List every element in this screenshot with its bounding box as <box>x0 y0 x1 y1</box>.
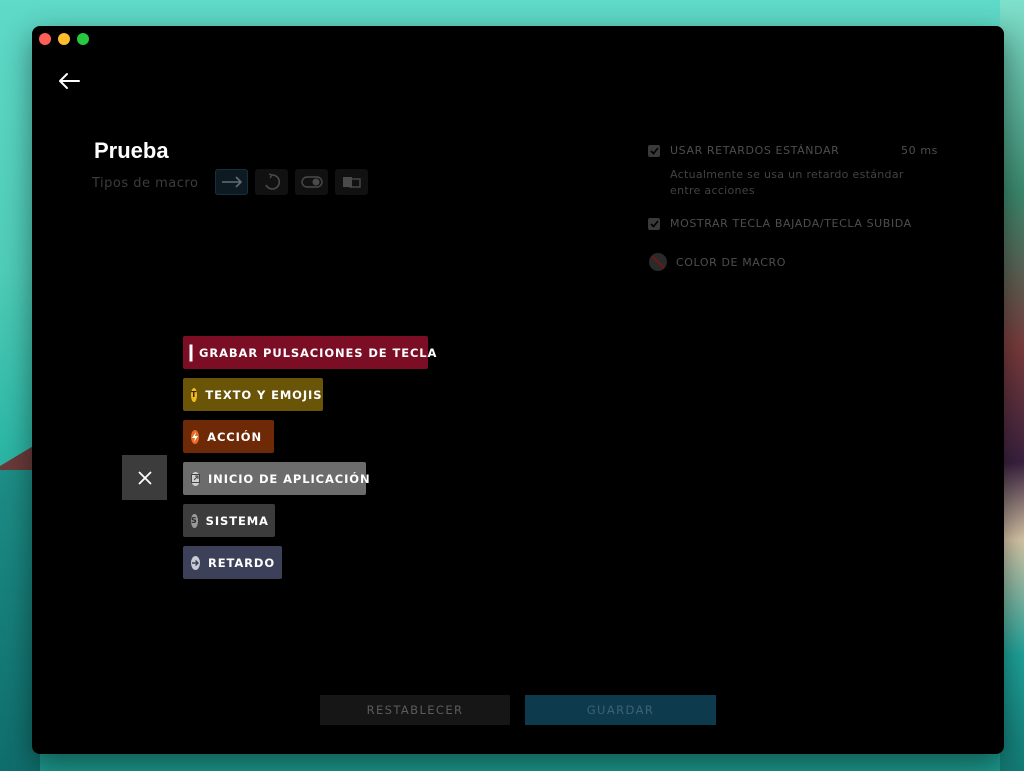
system-icon: S <box>191 513 198 528</box>
show-key-down-up-row[interactable]: MOSTRAR TECLA BAJADA/TECLA SUBIDA <box>648 217 938 230</box>
macro-type-selector <box>215 169 368 195</box>
text-icon: T <box>191 387 198 402</box>
close-menu-button[interactable] <box>122 455 167 500</box>
menu-item-delay[interactable]: RETARDO <box>183 546 282 579</box>
menu-item-label: RETARDO <box>208 555 276 570</box>
menu-item-label: GRABAR PULSACIONES DE TECLA <box>199 345 438 360</box>
use-standard-delays-label: USAR RETARDOS ESTÁNDAR <box>670 144 840 157</box>
no-color-icon[interactable] <box>648 252 668 272</box>
loop-icon <box>264 173 280 190</box>
macro-settings-panel: USAR RETARDOS ESTÁNDAR 50 ms Actualmente… <box>648 144 938 272</box>
arrow-left-icon <box>59 73 80 89</box>
delay-description: Actualmente se usa un retardo estándar e… <box>670 168 904 197</box>
checkmark-icon <box>649 219 659 228</box>
standard-delay-value[interactable]: 50 ms <box>901 144 938 157</box>
lightning-icon <box>191 429 200 444</box>
window-controls <box>39 33 89 45</box>
macro-type-sequence-button[interactable] <box>215 169 248 195</box>
close-icon <box>137 470 152 485</box>
arrow-right-icon <box>221 176 242 188</box>
macro-types-label: Tipos de macro <box>92 176 199 191</box>
menu-item-action[interactable]: ACCIÓN <box>183 420 274 453</box>
macro-color-row[interactable]: COLOR DE MACRO <box>648 252 938 272</box>
delay-icon <box>191 555 200 570</box>
menu-item-label: TEXTO Y EMOJIS <box>205 387 323 402</box>
show-key-down-up-label: MOSTRAR TECLA BAJADA/TECLA SUBIDA <box>670 217 912 230</box>
menu-item-label: SISTEMA <box>205 513 269 528</box>
checkmark-icon <box>649 146 659 155</box>
macro-color-label: COLOR DE MACRO <box>676 255 786 269</box>
minimize-window-button[interactable] <box>58 33 70 45</box>
reset-button[interactable]: RESTABLECER <box>320 695 510 725</box>
toggle-icon <box>300 176 323 188</box>
use-standard-delays-checkbox[interactable] <box>648 144 660 157</box>
macro-type-repeat-button[interactable] <box>255 169 288 195</box>
menu-item-label: ACCIÓN <box>207 429 262 444</box>
macro-title: Prueba <box>94 138 169 163</box>
app-launch-icon <box>191 471 200 486</box>
app-window: Prueba Tipos de macro USAR RETARDOS ESTÁ… <box>32 26 1004 754</box>
use-standard-delays-row[interactable]: USAR RETARDOS ESTÁNDAR 50 ms <box>648 144 938 157</box>
menu-item-label: INICIO DE APLICACIÓN <box>208 471 371 486</box>
save-button[interactable]: GUARDAR <box>525 695 716 725</box>
back-button[interactable] <box>54 66 84 96</box>
macro-type-hold-button[interactable] <box>335 169 368 195</box>
menu-item-system[interactable]: S SISTEMA <box>183 504 275 537</box>
menu-item-record-keystrokes[interactable]: GRABAR PULSACIONES DE TECLA <box>183 336 436 369</box>
macro-type-toggle-button[interactable] <box>295 169 328 195</box>
close-window-button[interactable] <box>39 33 51 45</box>
menu-item-text-emojis[interactable]: T TEXTO Y EMOJIS <box>183 378 323 411</box>
menu-item-app-launch[interactable]: INICIO DE APLICACIÓN <box>183 462 370 495</box>
show-key-down-up-checkbox[interactable] <box>648 217 660 230</box>
maximize-window-button[interactable] <box>77 33 89 45</box>
sequence-icon <box>342 177 361 188</box>
